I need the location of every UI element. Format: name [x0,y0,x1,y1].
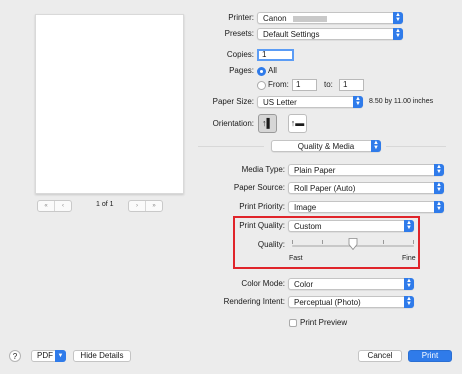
slider-tick [292,240,293,244]
page-preview [35,14,184,194]
divider-left [198,146,264,147]
popup-arrows-icon: ▲ ▼ [393,12,403,24]
print-preview-label: Print Preview [300,318,348,327]
cancel-button[interactable]: Cancel [358,350,402,362]
section-popup[interactable]: Quality & Media ▲ ▼ [271,140,381,152]
page-indicator: 1 of 1 [96,201,114,208]
paper-size-value: US Letter [263,98,297,107]
print-quality-label: Print Quality: [239,221,285,230]
landscape-button[interactable]: ↑▬ [288,114,307,133]
pages-range-radio[interactable] [257,81,266,90]
print-priority-label: Print Priority: [239,202,285,211]
portrait-button[interactable]: ↑▌ [258,114,277,133]
print-priority-popup[interactable]: Image ▲ ▼ [288,201,444,213]
presets-popup[interactable]: Default Settings ▲ ▼ [257,28,403,40]
pdf-label: PDF [37,351,53,360]
popup-arrows-icon: ▲ ▼ [404,296,414,308]
pages-to-label: to: [324,80,333,89]
printer-label: Printer: [228,13,254,22]
quality-min-label: Fast [289,255,303,262]
print-preview-checkbox[interactable] [289,319,297,327]
pages-from-label: From: [268,80,289,89]
popup-arrows-icon: ▲ ▼ [353,96,363,108]
printer-value: Canon [263,14,287,23]
paper-dimensions: 8.50 by 11.00 inches [369,98,434,105]
pages-to-field[interactable]: 1 [339,79,364,91]
quality-slider-thumb[interactable] [348,238,358,250]
media-type-value: Plain Paper [294,166,336,175]
color-mode-label: Color Mode: [241,279,285,288]
rendering-intent-value: Perceptual (Photo) [294,298,361,307]
divider-right [386,146,446,147]
color-mode-popup[interactable]: Color ▲ ▼ [288,278,414,290]
print-button[interactable]: Print [408,350,452,362]
presets-value: Default Settings [263,30,320,39]
slider-tick [322,240,323,244]
copies-label: Copies: [226,50,254,59]
paper-size-popup[interactable]: US Letter ▲ ▼ [257,96,363,108]
quality-label: Quality: [257,240,285,249]
popup-arrows-icon: ▲ ▼ [404,278,414,290]
help-button[interactable]: ? [9,350,21,362]
print-quality-popup[interactable]: Custom ▲ ▼ [288,220,414,232]
last-page-button[interactable]: » [145,201,162,211]
first-page-button[interactable]: « [38,201,54,211]
portrait-person-icon: ↑▌ [262,118,273,128]
paper-size-label: Paper Size: [212,97,254,106]
slider-tick [383,240,384,244]
next-page-button[interactable]: › [129,201,145,211]
section-value: Quality & Media [297,142,355,151]
media-type-label: Media Type: [241,165,285,174]
pdf-menu-button[interactable]: PDF ▼ [31,350,66,362]
landscape-person-icon: ↑▬ [290,118,305,128]
pages-from-field[interactable]: 1 [292,79,317,91]
rendering-intent-label: Rendering Intent: [223,297,285,306]
copies-field[interactable]: 1 [257,49,294,61]
previous-page-button[interactable]: ‹ [54,201,71,211]
quality-max-label: Fine [402,255,416,262]
popup-arrows-icon: ▲ ▼ [371,140,381,152]
preview-nav-forward-group: › » [128,200,163,212]
printer-popup[interactable]: Canon ▲ ▼ [257,12,403,24]
rendering-intent-popup[interactable]: Perceptual (Photo) ▲ ▼ [288,296,414,308]
pages-label: Pages: [229,66,254,75]
print-quality-value: Custom [294,222,322,231]
media-type-popup[interactable]: Plain Paper ▲ ▼ [288,164,444,176]
slider-tick [413,240,414,244]
popup-arrows-icon: ▲ ▼ [404,220,414,232]
popup-arrows-icon: ▲ ▼ [434,164,444,176]
orientation-label: Orientation: [212,119,254,128]
paper-source-value: Roll Paper (Auto) [294,184,356,193]
presets-label: Presets: [224,29,254,38]
popup-arrows-icon: ▲ ▼ [393,28,403,40]
pages-all-label: All [268,66,277,75]
paper-source-popup[interactable]: Roll Paper (Auto) ▲ ▼ [288,182,444,194]
popup-arrows-icon: ▲ ▼ [434,182,444,194]
hide-details-button[interactable]: Hide Details [73,350,131,362]
color-mode-value: Color [294,280,314,289]
popup-arrows-icon: ▲ ▼ [434,201,444,213]
preview-nav-back-group: « ‹ [37,200,72,212]
paper-source-label: Paper Source: [233,183,285,192]
chevron-down-icon: ▼ [55,350,66,362]
print-priority-value: Image [294,203,317,212]
pages-all-radio[interactable] [257,67,266,76]
redacted-model [292,15,327,22]
